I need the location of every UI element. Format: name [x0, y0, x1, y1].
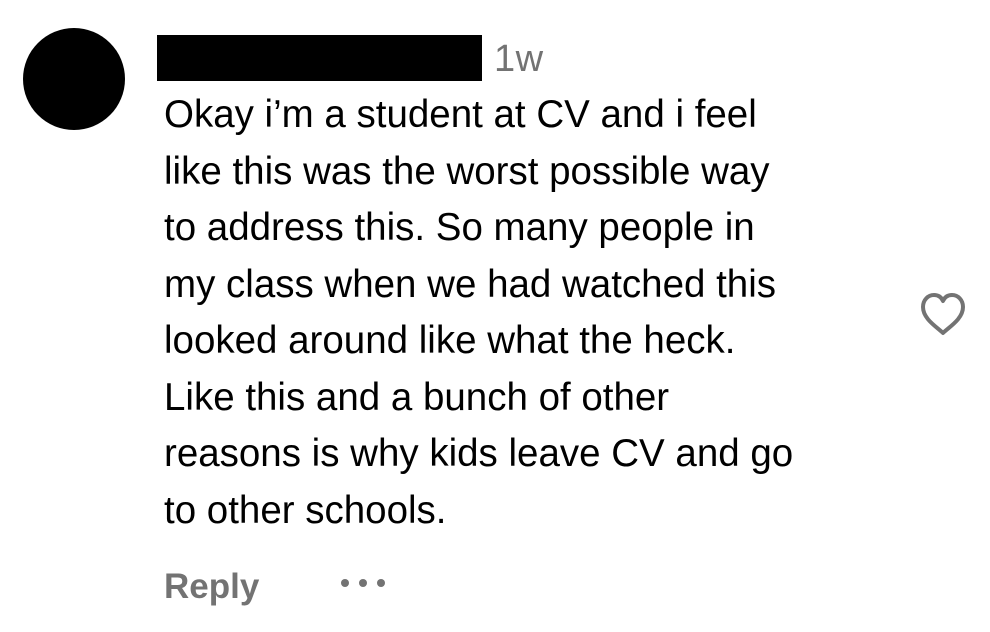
avatar[interactable]	[23, 28, 125, 130]
redacted-username	[157, 35, 482, 81]
more-dot	[359, 579, 367, 587]
reply-button[interactable]: Reply	[164, 566, 259, 608]
comment-item: 1w Okay i’m a student at CV and i feel l…	[0, 0, 990, 632]
comment-text: Okay i’m a student at CV and i feel like…	[164, 93, 794, 532]
comment-timestamp[interactable]: 1w	[494, 37, 544, 81]
more-dot	[341, 579, 349, 587]
heart-outline-icon	[921, 293, 965, 335]
like-button[interactable]	[918, 291, 968, 337]
more-dot	[377, 579, 385, 587]
more-options-icon[interactable]	[335, 571, 391, 595]
